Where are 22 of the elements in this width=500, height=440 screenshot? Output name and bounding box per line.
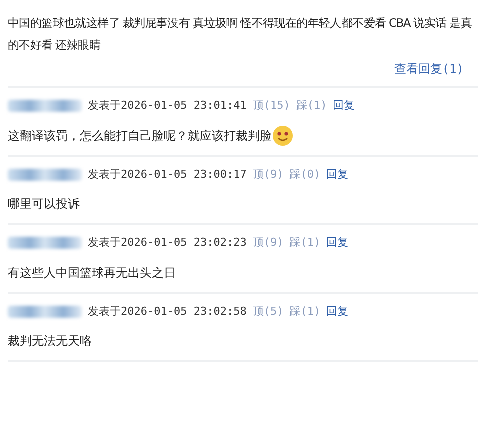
reply-link[interactable]: 回复 [333,98,356,114]
post-time: 发表于2026-01-05 23:02:58 [88,304,247,320]
downvote-link[interactable]: 踩(0) [290,166,321,183]
downvote-link[interactable]: 踩(1) [290,304,321,320]
comment-text: 有这些人中国篮球再无出头之日 [8,264,176,282]
post-text: 中国的篮球也就这样了 裁判屁事没有 真垃圾啊 怪不得现在的年轻人都不爱看 CBA 说实话 是真的不好看 还辣眼睛 [8,15,474,54]
upvote-link[interactable]: 顶(9) [252,166,284,183]
comment-text: 哪里可以投诉 [8,196,80,213]
upvote-link[interactable]: 顶(5) [252,304,284,320]
comment-text: 裁判无法无天咯 [8,333,92,350]
upvote-link[interactable]: 顶(9) [252,235,284,252]
downvote-link[interactable]: 踩(1) [296,98,328,114]
comment-text: 这翻译该罚，怎么能打自己脸呢？就应该打裁判脸 [8,128,272,144]
upvote-link[interactable]: 顶(15) [252,98,290,114]
post-time: 发表于2026-01-05 23:02:23 [88,235,247,251]
reply-link[interactable]: 回复 [326,235,349,252]
post-time: 发表于2026-01-05 23:01:41 [88,98,247,114]
reply-link[interactable]: 回复 [326,166,349,183]
view-replies-link[interactable]: 查看回复(1) [394,60,464,78]
reply-link[interactable]: 回复 [326,304,349,320]
downvote-link[interactable]: 踩(1) [290,235,321,252]
post-time: 发表于2026-01-05 23:00:17 [88,166,247,182]
